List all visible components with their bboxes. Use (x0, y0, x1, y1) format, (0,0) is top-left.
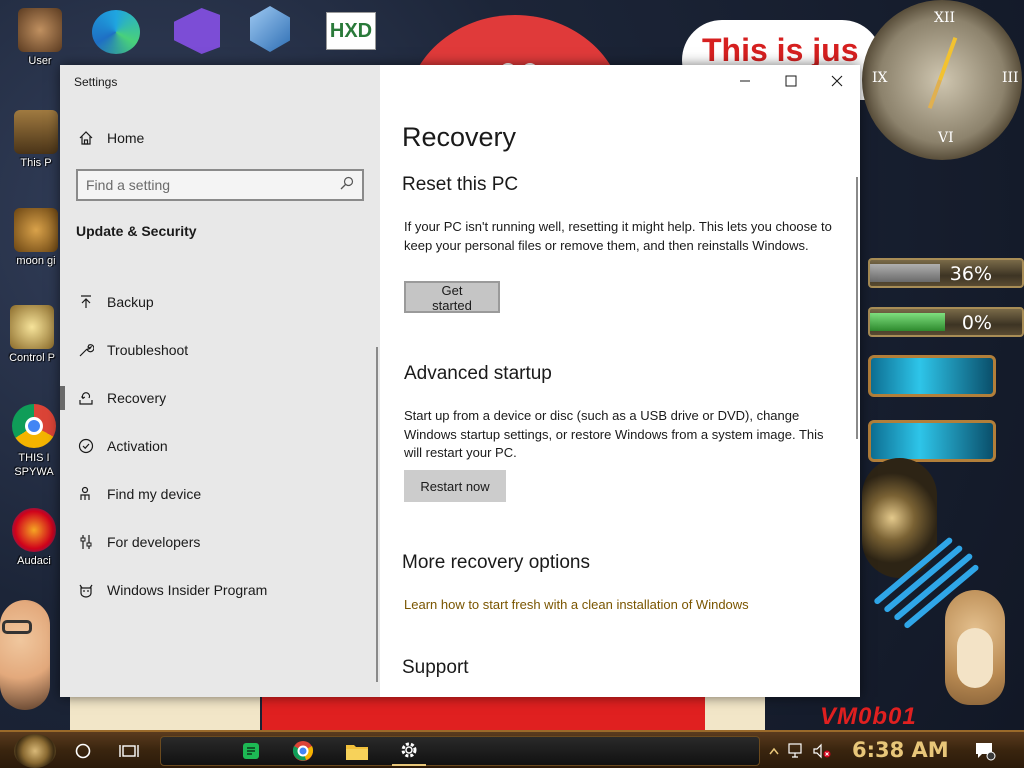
insider-cat-icon (76, 580, 96, 600)
nav-recovery[interactable]: Recovery (60, 374, 380, 422)
notifications-icon (976, 743, 996, 761)
taskbar-clock[interactable]: 6:38 AM (852, 738, 949, 762)
desktop-icon-control-panel[interactable]: Control P (4, 305, 60, 364)
task-view-button[interactable] (112, 736, 146, 766)
support-heading: Support (402, 657, 469, 678)
backup-arrow-icon (76, 292, 96, 312)
settings-gear-icon (401, 742, 417, 758)
section-label: Update & Security (76, 223, 197, 239)
wallpaper-cartoon-face (0, 600, 50, 710)
network-tray-button[interactable] (786, 736, 808, 766)
nav-find-my-device[interactable]: Find my device (60, 470, 380, 518)
nav-pane: Settings Home Update & Security Backup (60, 65, 380, 697)
file-explorer-icon (346, 745, 368, 760)
maximize-icon (785, 75, 797, 87)
nav-activation[interactable]: Activation (60, 422, 380, 470)
taskbar-notes-app[interactable] (234, 736, 268, 766)
cpu-meter-value: 36% (949, 263, 992, 285)
desktop-icon-chrome[interactable]: THIS I SPYWA (6, 404, 62, 481)
more-recovery-heading: More recovery options (402, 552, 590, 573)
network-icon (788, 743, 802, 758)
close-icon (831, 75, 843, 87)
show-hidden-icons-button[interactable] (766, 736, 782, 766)
content-pane: Recovery Reset this PC If your PC isn't … (380, 65, 860, 697)
person-pin-icon (76, 484, 96, 504)
nav-home[interactable]: Home (60, 114, 380, 162)
barrel-icon (14, 208, 58, 252)
window-title: Settings (74, 75, 118, 89)
steampunk-clock: XII III VI IX (862, 0, 1022, 160)
content-scrollbar[interactable] (856, 177, 858, 439)
sliders-icon (76, 532, 96, 552)
desktop-icon-moon[interactable]: moon gi (8, 208, 64, 267)
advanced-startup-heading: Advanced startup (404, 363, 552, 384)
desktop-icon-this-pc[interactable]: This P (8, 110, 64, 169)
taskbar-chrome[interactable] (286, 736, 320, 766)
clean-install-link[interactable]: Learn how to start fresh with a clean in… (404, 597, 749, 612)
notes-app-icon (243, 743, 259, 759)
wallpaper-brand-text: VM0b01 (820, 703, 917, 730)
cpu-meter: 36% (868, 258, 1024, 288)
search-icon[interactable] (340, 176, 354, 195)
audacity-icon (12, 508, 56, 552)
home-icon (76, 128, 96, 148)
taskbar: 6:38 AM (0, 730, 1024, 768)
search-button[interactable] (66, 736, 100, 766)
visual-studio-icon[interactable] (174, 8, 220, 54)
selection-indicator (60, 386, 65, 410)
minimize-icon (740, 80, 750, 82)
close-button[interactable] (814, 65, 860, 97)
nav-home-label: Home (107, 130, 145, 146)
restart-now-button[interactable]: Restart now (404, 470, 506, 502)
get-started-button[interactable]: Get started (404, 281, 500, 313)
action-center-button[interactable] (968, 736, 1002, 766)
nav-for-developers[interactable]: For developers (60, 518, 380, 566)
reset-heading: Reset this PC (402, 174, 519, 195)
search-circle-icon (75, 743, 91, 759)
nav-scrollbar[interactable] (376, 347, 378, 682)
page-title: Recovery (402, 122, 517, 152)
search-input[interactable] (86, 177, 340, 193)
search-box (76, 169, 364, 201)
nav-backup[interactable]: Backup (60, 278, 380, 326)
nav-troubleshoot[interactable]: Troubleshoot (60, 326, 380, 374)
recovery-icon (76, 388, 96, 408)
lightbulb-icon (10, 305, 54, 349)
task-view-icon (119, 745, 139, 757)
taskbar-settings[interactable] (392, 736, 426, 766)
settings-window: Settings Home Update & Security Backup (60, 65, 860, 697)
chrome-icon (12, 404, 56, 448)
chrome-icon (292, 741, 314, 761)
chevron-up-icon (769, 747, 779, 755)
advanced-startup-description: Start up from a device or disc (such as … (404, 408, 824, 460)
wrench-icon (76, 340, 96, 360)
desktop-icon-user[interactable]: User (12, 8, 68, 67)
computer-icon (14, 110, 58, 154)
minimize-button[interactable] (722, 65, 768, 97)
nav-windows-insider[interactable]: Windows Insider Program (60, 566, 380, 614)
user-folder-icon (18, 8, 62, 52)
maximize-button[interactable] (768, 65, 814, 97)
desktop-icon-audacity[interactable]: Audaci (6, 508, 62, 567)
taskbar-file-explorer[interactable] (340, 736, 374, 766)
volume-muted-icon (813, 743, 831, 759)
wallpaper-tube (868, 420, 996, 462)
memory-meter-value: 0% (961, 312, 992, 334)
hxd-icon[interactable]: HXD (326, 12, 376, 50)
wallpaper-tube (868, 355, 996, 397)
virtualbox-icon[interactable] (250, 6, 290, 52)
volume-tray-button[interactable] (810, 736, 834, 766)
edge-icon[interactable] (92, 10, 140, 54)
start-button[interactable] (14, 734, 56, 768)
wallpaper-bubble-text: This is jus (702, 32, 859, 68)
reset-description: If your PC isn't running well, resetting… (404, 219, 832, 253)
check-circle-icon (76, 436, 96, 456)
memory-meter: 0% (868, 307, 1024, 337)
